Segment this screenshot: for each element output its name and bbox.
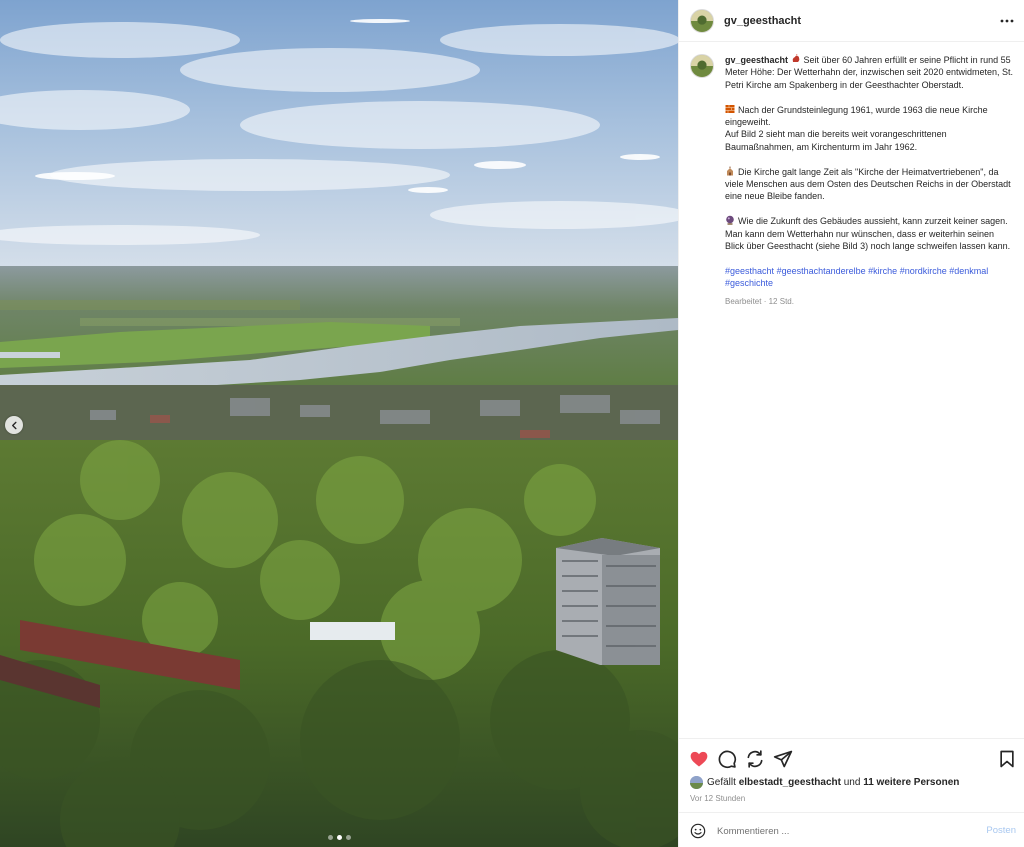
edited-label: Bearbeitet: [725, 296, 762, 306]
heart-icon: [690, 751, 708, 767]
caption-meta: Bearbeitet · 12 Std.: [725, 296, 1015, 308]
comment-button[interactable]: [717, 749, 737, 769]
likes-others-link[interactable]: 11 weitere Personen: [863, 777, 959, 788]
post-header: gv_geesthacht: [679, 0, 1024, 42]
hashtag-link[interactable]: #geesthachtanderelbe: [777, 266, 866, 276]
church-emoji-icon: [727, 166, 733, 176]
caption-paragraph-4: Wie die Zukunft des Gebäudes aussieht, k…: [725, 215, 1015, 252]
liker-username[interactable]: elbestadt_geesthacht: [739, 777, 841, 788]
hashtag-link[interactable]: #geesthacht: [725, 266, 774, 276]
likes-connector: und: [843, 777, 861, 788]
comment-bar: Posten: [679, 812, 1024, 847]
avatar[interactable]: [690, 8, 714, 33]
bookmark-icon: [1000, 750, 1014, 768]
post-comment-button[interactable]: Posten: [986, 825, 1016, 836]
crystal-ball-emoji-icon: [726, 215, 734, 225]
caption-paragraph-2-line-2: Auf Bild 2 sieht man die bereits weit vo…: [725, 129, 947, 152]
hashtag-link[interactable]: #geschichte: [725, 278, 773, 288]
chevron-left-icon: [11, 421, 17, 429]
share-button[interactable]: [745, 749, 765, 769]
caption-username[interactable]: gv_geesthacht: [725, 55, 788, 65]
comment-icon: [718, 750, 737, 769]
brick-emoji-icon: [725, 104, 735, 113]
caption-paragraph-4-text: Wie die Zukunft des Gebäudes aussieht, k…: [725, 216, 1011, 252]
comment-input[interactable]: [717, 821, 967, 841]
hashtag-link[interactable]: #nordkirche: [900, 266, 947, 276]
share-icon: [747, 750, 763, 768]
send-icon: [773, 750, 793, 768]
avatar-image: [690, 776, 703, 789]
carousel-prev-button[interactable]: [5, 416, 23, 434]
caption-paragraph-3: Die Kirche galt lange Zeit als "Kirche d…: [725, 166, 1015, 203]
likes-summary: Gefällt elbestadt_geesthacht und 11 weit…: [690, 776, 959, 789]
liker-avatar[interactable]: [690, 776, 703, 789]
caption-block: gv_geesthacht Seit über 60 Jahren erfüll…: [690, 54, 1015, 308]
send-button[interactable]: [773, 749, 793, 769]
caption-paragraph-2: Nach der Grundsteinlegung 1961, wurde 19…: [725, 104, 1015, 154]
smiley-icon: [690, 823, 706, 839]
likes-prefix: Gefällt: [707, 777, 736, 788]
caption-paragraph-2-line-1: Nach der Grundsteinlegung 1961, wurde 19…: [725, 104, 988, 128]
carousel-dot: [328, 835, 333, 840]
more-options-icon: [1000, 19, 1014, 23]
post-author-username[interactable]: gv_geesthacht: [724, 15, 801, 27]
rooster-emoji-icon: [792, 54, 799, 62]
avatar-image: [691, 55, 713, 77]
post-image[interactable]: [0, 0, 678, 847]
caption-paragraph-1: gv_geesthacht Seit über 60 Jahren erfüll…: [725, 54, 1015, 91]
carousel-dot-active: [337, 835, 342, 840]
caption-avatar[interactable]: [690, 54, 714, 78]
like-button[interactable]: [689, 749, 709, 769]
avatar-image: [691, 9, 713, 32]
hashtag-link[interactable]: #kirche: [868, 266, 897, 276]
save-button[interactable]: [997, 749, 1017, 769]
edited-time[interactable]: 12 Std.: [769, 297, 794, 306]
carousel-indicator: [328, 835, 351, 840]
emoji-button[interactable]: [690, 823, 706, 839]
caption-text: gv_geesthacht Seit über 60 Jahren erfüll…: [725, 54, 1015, 308]
meta-separator: ·: [763, 296, 767, 306]
caption-paragraph-3-text: Die Kirche galt lange Zeit als "Kirche d…: [725, 166, 1011, 202]
aerial-photo: [0, 0, 678, 847]
hashtags: #geesthacht #geesthachtanderelbe #kirche…: [725, 265, 1015, 290]
action-bar: [679, 738, 1024, 776]
hashtag-link[interactable]: #denkmal: [949, 266, 988, 276]
post-timestamp[interactable]: Vor 12 Stunden: [690, 794, 745, 803]
post-sidebar: gv_geesthacht gv_geesthacht Seit über 60…: [678, 0, 1024, 847]
more-options-button[interactable]: [999, 13, 1015, 29]
carousel-dot: [346, 835, 351, 840]
